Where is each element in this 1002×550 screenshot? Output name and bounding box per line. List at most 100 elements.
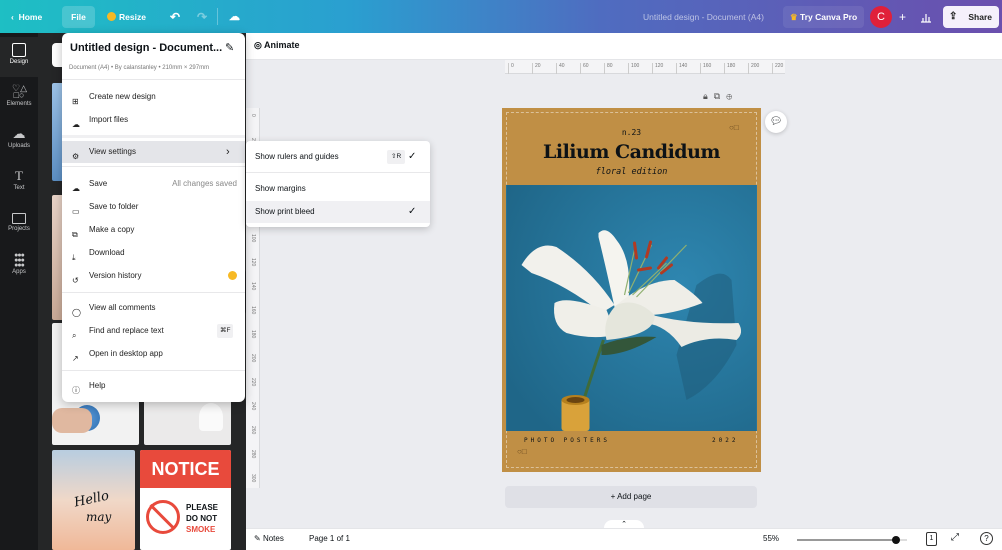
cloud-upload-icon: ☁: [12, 126, 26, 141]
menu-item-save-to-folder[interactable]: ▭ Save to folder: [62, 196, 245, 218]
folder-icon: ▭: [72, 207, 80, 216]
ruler-tick-label: 200: [748, 63, 759, 74]
template-thumbnail-notice[interactable]: NOTICE PLEASE DO NOT SMOKE: [140, 450, 231, 550]
add-page-icon[interactable]: ⊕: [726, 91, 738, 101]
ruler-tick-label: 20: [532, 63, 541, 74]
add-page-button[interactable]: + Add page: [505, 486, 757, 508]
analytics-icon[interactable]: [913, 6, 939, 28]
animate-button[interactable]: ◎ Animate: [254, 40, 300, 51]
menu-item-view-all-comments[interactable]: ◯ View all comments: [62, 297, 245, 319]
add-comment-button[interactable]: 💬︎: [765, 111, 787, 133]
cloud-check-icon: ☁: [72, 184, 80, 193]
file-menu-button[interactable]: File: [62, 6, 95, 28]
menu-item-save[interactable]: ☁ Save All changes saved: [62, 173, 245, 195]
menu-item-show-margins[interactable]: Show margins: [246, 178, 430, 200]
try-canva-pro-button[interactable]: ♛ Try Canva Pro: [783, 6, 865, 28]
help-icon[interactable]: ?: [980, 532, 993, 545]
ruler-tick-label: 160: [700, 63, 711, 74]
file-menu: Untitled design - Document... ✎ Document…: [62, 33, 245, 402]
sidebar-item-uploads[interactable]: ☁ Uploads: [0, 121, 38, 161]
menu-design-title[interactable]: Untitled design - Document...: [70, 42, 222, 54]
resize-button[interactable]: Resize: [100, 6, 153, 28]
ruler-tick-label: 100: [628, 63, 639, 74]
zoom-level[interactable]: 55%: [763, 534, 779, 543]
sidebar-item-text[interactable]: T Text: [0, 163, 38, 203]
vase-image: [199, 403, 223, 431]
zoom-slider[interactable]: [797, 536, 907, 544]
ruler-tick-label: 140: [250, 282, 256, 291]
menu-item-download[interactable]: ⤓ Download: [62, 242, 245, 264]
menu-item-help[interactable]: ⓘ Help: [62, 375, 245, 397]
bottom-bar: ✎ Notes Page 1 of 1 55% 1 ⤢ ?: [246, 528, 1002, 550]
check-icon: ✓: [408, 151, 417, 162]
add-file-icon: ⊞: [72, 97, 79, 106]
chevron-left-icon: ‹: [11, 12, 19, 22]
no-smoking-icon: [146, 500, 180, 534]
ruler-tick-label: 0: [508, 63, 514, 74]
menu-item-show-print-bleed[interactable]: Show print bleed ✓: [246, 201, 430, 223]
shapes-decoration: ○□: [517, 447, 527, 456]
history-icon: ↺: [72, 276, 79, 285]
avatar[interactable]: C: [870, 6, 892, 28]
view-settings-submenu: Show rulers and guides ⇧R ✓ Show margins S…: [246, 141, 430, 227]
sidebar-item-projects[interactable]: Projects: [0, 205, 38, 245]
ruler-tick-label: 140: [676, 63, 687, 74]
horizontal-ruler: 0 20 40 60 80 100 120 140 160 180 200 220: [505, 60, 785, 74]
notes-button[interactable]: ✎ Notes: [254, 534, 284, 543]
sidebar-item-elements[interactable]: ♡△ □○ Elements: [0, 79, 38, 119]
chevron-right-icon: ›: [226, 146, 230, 158]
add-collaborator-icon[interactable]: +: [892, 6, 913, 28]
grid-icon: ●●● ●●● ●●●: [14, 252, 25, 269]
divider: [62, 370, 245, 371]
redo-button[interactable]: ↷: [190, 6, 214, 28]
menu-item-version-history[interactable]: ↺ Version history: [62, 265, 245, 287]
menu-item-create-new-design[interactable]: ⊞ Create new design: [62, 86, 245, 108]
ruler-tick-label: 240: [250, 402, 256, 411]
menu-item-make-a-copy[interactable]: ⧉ Make a copy: [62, 219, 245, 241]
cloud-upload-icon: ☁: [72, 120, 80, 129]
copy-icon: ⧉: [72, 230, 78, 239]
share-button[interactable]: ⇪ Share: [943, 6, 999, 28]
menu-item-find-and-replace[interactable]: ⌕ Find and replace text ⌘F: [62, 320, 245, 342]
ruler-tick-label: 160: [250, 306, 256, 315]
gear-icon: ⚙: [72, 152, 80, 161]
check-icon: ✓: [408, 206, 417, 217]
home-button[interactable]: ‹ Home: [4, 6, 49, 28]
comment-icon: ◯: [72, 308, 81, 317]
page-grid-button[interactable]: 1: [926, 532, 937, 546]
download-icon: ⤓: [72, 253, 76, 262]
page-indicator[interactable]: Page 1 of 1: [309, 534, 350, 543]
document-title[interactable]: Untitled design - Document (A4): [636, 6, 771, 28]
ruler-tick-label: 220: [772, 63, 783, 74]
divider: [246, 172, 430, 173]
shapes-icon: ♡△ □○: [12, 83, 27, 100]
ruler-tick-label: 100: [250, 234, 256, 243]
menu-item-open-desktop-app[interactable]: ↗ Open in desktop app: [62, 343, 245, 365]
sidebar: Design ♡△ □○ Elements ☁ Uploads T Text Proje…: [0, 33, 38, 550]
ruler-tick-label: 120: [250, 258, 256, 267]
duplicate-page-icon[interactable]: ⧉: [714, 91, 726, 101]
ruler-tick-label: 120: [652, 63, 663, 74]
pencil-icon[interactable]: ✎: [225, 41, 234, 54]
divider: [62, 292, 245, 293]
menu-item-show-rulers[interactable]: Show rulers and guides ⇧R ✓: [246, 146, 430, 168]
ruler-tick-label: 180: [250, 330, 256, 339]
ruler-tick-label: 0: [250, 114, 256, 117]
undo-button[interactable]: ↶: [163, 6, 187, 28]
top-bar: ‹ Home File Resize ↶ ↷ ☁ Untitled design…: [0, 0, 1002, 33]
lily-photo: [506, 185, 757, 431]
sidebar-item-apps[interactable]: ●●● ●●● ●●● Apps: [0, 247, 38, 287]
layout-icon: [12, 43, 26, 57]
menu-item-view-settings[interactable]: ⚙ View settings ›: [62, 141, 245, 163]
shortcut-badge: ⌘F: [217, 324, 234, 338]
fullscreen-icon[interactable]: ⤢: [951, 532, 959, 543]
menu-item-import-files[interactable]: ☁ Import files: [62, 109, 245, 131]
cloud-save-icon[interactable]: ☁: [222, 6, 247, 28]
lock-icon[interactable]: 🔒︎: [703, 91, 714, 101]
design-page[interactable]: n.23 ○□ Lilium Candidum floral edition P…: [502, 108, 761, 472]
template-thumbnail-hello-may[interactable]: Hello may: [52, 450, 135, 550]
ruler-tick-label: 40: [556, 63, 565, 74]
animate-icon: ◎: [254, 40, 265, 50]
crown-icon: ♛: [790, 12, 800, 22]
sidebar-item-design[interactable]: Design: [0, 37, 38, 77]
